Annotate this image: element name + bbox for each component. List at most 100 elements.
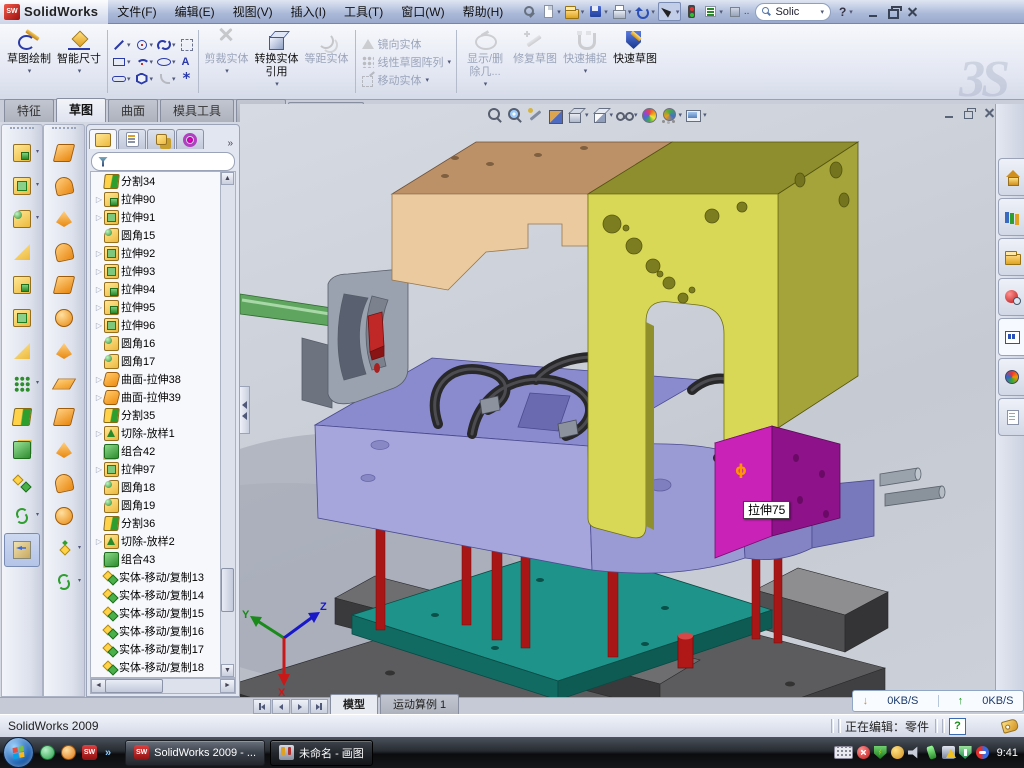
open-button[interactable]: ▾	[564, 3, 586, 20]
dropdown-arrow-icon[interactable]: ▾	[604, 8, 608, 16]
tag-icon[interactable]	[1001, 718, 1020, 734]
tree-item[interactable]: 实体-移动/复制13	[91, 568, 221, 586]
dropdown-arrow-icon[interactable]: ▾	[127, 41, 131, 49]
sketch-tool-selection-frame[interactable]	[179, 36, 195, 53]
design-library-tab[interactable]	[998, 198, 1024, 236]
tree-item[interactable]: 组合43	[91, 550, 221, 568]
dropdown-arrow-icon[interactable]: ▾	[172, 75, 176, 83]
dropdown-arrow-icon[interactable]: ▾	[78, 544, 81, 551]
panel-splitter-control[interactable]	[240, 386, 250, 434]
rib-button[interactable]	[5, 335, 39, 367]
lofted-surface-button[interactable]	[47, 236, 81, 268]
expand-arrow-icon[interactable]: ▷	[94, 465, 104, 474]
tree-item[interactable]: ▷拉伸97	[91, 460, 221, 478]
radiate-surface-button[interactable]	[47, 434, 81, 466]
sketch-tool-sketch-text[interactable]	[179, 53, 195, 70]
tab-模具工具[interactable]: 模具工具	[160, 99, 234, 122]
tree-item[interactable]: 圆角18	[91, 478, 221, 496]
search-box[interactable]: ▾	[755, 3, 831, 21]
expand-arrow-icon[interactable]: ▷	[94, 267, 104, 276]
tab-曲面[interactable]: 曲面	[108, 99, 158, 122]
dropdown-arrow-icon[interactable]: ▾	[150, 75, 154, 83]
dropdown-arrow-icon[interactable]: ▾	[610, 111, 614, 119]
3d-model-exploded-view[interactable]: ϕ Y Z X	[240, 128, 995, 697]
sketch-tool-line[interactable]: ▾	[111, 36, 132, 53]
helix-curve-button[interactable]: ▾	[47, 566, 81, 598]
menu-插入[interactable]: 插入(I)	[282, 0, 335, 24]
windows-update-icon[interactable]	[891, 746, 904, 759]
next-tab-button[interactable]	[291, 699, 309, 714]
propertymanager-tab[interactable]	[118, 129, 146, 149]
tree-item[interactable]: 实体-移动/复制14	[91, 586, 221, 604]
swept-surface-button[interactable]	[47, 203, 81, 235]
new-document-button[interactable]: ▾	[540, 3, 562, 20]
dropdown-arrow-icon[interactable]: ▾	[150, 58, 154, 66]
dropdown-arrow-icon[interactable]: ▾	[703, 111, 707, 119]
menu-工具[interactable]: 工具(T)	[335, 0, 392, 24]
tree-item[interactable]: 分割35	[91, 406, 221, 424]
revolved-surface-button[interactable]	[47, 170, 81, 202]
appearances-scenes-tab[interactable]	[998, 358, 1024, 396]
media-player-icon[interactable]	[61, 745, 76, 760]
menu-文件[interactable]: 文件(F)	[108, 0, 165, 24]
model-ejector-rod[interactable]	[240, 294, 332, 326]
dropdown-arrow-icon[interactable]: ▾	[679, 111, 683, 119]
display-style-button[interactable]: ▾	[591, 106, 615, 125]
section-view-button[interactable]	[546, 106, 565, 125]
configurationmanager-tab[interactable]	[147, 129, 175, 149]
sketch-tool-ellipse[interactable]: ▾	[156, 53, 177, 70]
cm-button-convert-entities[interactable]: 转换实体引用▾	[252, 26, 302, 97]
sketch-tool-rectangle[interactable]: ▾	[111, 53, 132, 70]
filled-surface-button[interactable]	[47, 302, 81, 334]
dropdown-arrow-icon[interactable]: ▾	[448, 58, 452, 66]
expand-arrow-icon[interactable]: ▷	[94, 195, 104, 204]
start-button[interactable]	[3, 737, 34, 768]
swept-boss-button[interactable]	[5, 269, 39, 301]
hide-show-items-button[interactable]: ▾	[615, 106, 639, 125]
toolbar-grip[interactable]	[10, 127, 34, 135]
tree-item[interactable]: 圆角16	[91, 334, 221, 352]
pin-button[interactable]	[521, 3, 538, 20]
toolbar-grip[interactable]	[52, 127, 76, 135]
previous-tab-button[interactable]	[272, 699, 290, 714]
menu-帮助[interactable]: 帮助(H)	[454, 0, 513, 24]
solidworks-resources-tab[interactable]	[998, 158, 1024, 196]
tree-item[interactable]: 分割34	[91, 172, 221, 190]
scrollbar-thumb[interactable]	[221, 568, 234, 612]
dropdown-arrow-icon[interactable]: ▾	[127, 58, 131, 66]
expand-arrow-icon[interactable]: ▷	[94, 303, 104, 312]
overflow-button[interactable]	[726, 3, 743, 20]
tree-item[interactable]: 分割36	[91, 514, 221, 532]
cm-button-sketch[interactable]: 草图绘制▾	[4, 26, 54, 97]
instant3d-button[interactable]	[4, 533, 40, 567]
boundary-surface-button[interactable]	[47, 269, 81, 301]
thicken-button[interactable]	[47, 500, 81, 532]
sketch-tool-circle[interactable]: ▾	[134, 36, 155, 53]
scroll-down-icon[interactable]: ▼	[221, 664, 234, 677]
planar-surface-button[interactable]	[47, 368, 81, 400]
tree-horizontal-scrollbar[interactable]: ◄ ►	[90, 678, 236, 694]
doc-minimize-button[interactable]	[941, 106, 958, 121]
search-input[interactable]	[775, 6, 819, 18]
phone-icon[interactable]	[926, 745, 937, 760]
dimxpertmanager-tab[interactable]	[176, 129, 204, 149]
dropdown-arrow-icon[interactable]: ▾	[36, 214, 39, 221]
freeform-surface-button[interactable]	[47, 335, 81, 367]
shell-button[interactable]	[5, 302, 39, 334]
model-side-clamp[interactable]	[302, 270, 408, 408]
curves-button[interactable]: ▾	[5, 500, 39, 532]
split-button[interactable]	[5, 401, 39, 433]
scrollbar-thumb[interactable]	[105, 679, 163, 693]
dropdown-arrow-icon[interactable]: ▾	[634, 111, 638, 119]
expand-arrow-icon[interactable]: ▷	[94, 249, 104, 258]
dropdown-arrow-icon[interactable]: ▾	[585, 111, 589, 119]
doc-close-button[interactable]	[981, 106, 998, 121]
tree-item[interactable]: ▷拉伸93	[91, 262, 221, 280]
dropdown-arrow-icon[interactable]: ▾	[275, 80, 279, 88]
tree-item[interactable]: ▷拉伸92	[91, 244, 221, 262]
file-explorer-tab[interactable]	[998, 238, 1024, 276]
dropdown-arrow-icon[interactable]: ▾	[78, 577, 81, 584]
sketch-tool-centerpoint-arc[interactable]: ▾	[134, 53, 155, 70]
dropdown-arrow-icon[interactable]: ▾	[584, 67, 588, 75]
security-alert-icon[interactable]	[857, 746, 870, 759]
